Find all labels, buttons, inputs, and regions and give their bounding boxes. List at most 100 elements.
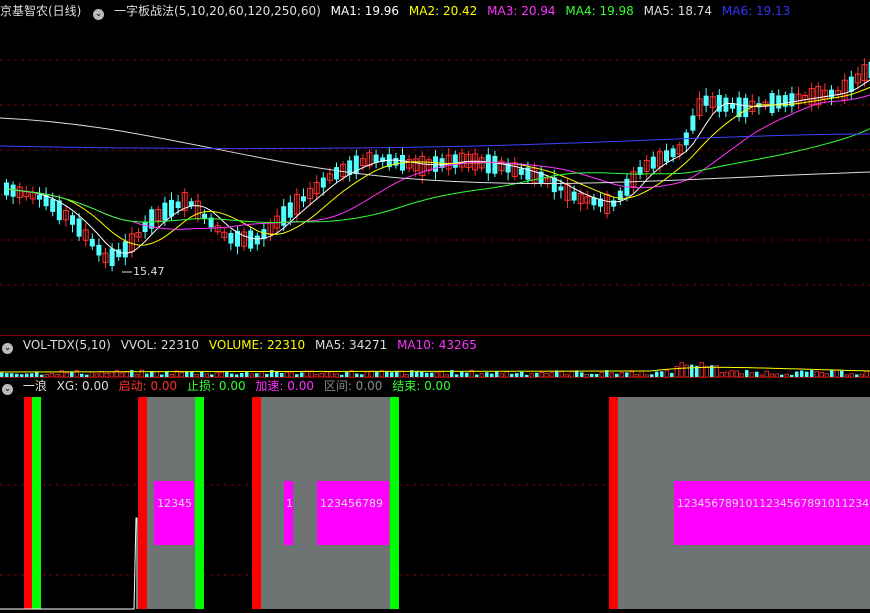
chevron-down-icon[interactable]: ⌄: [93, 9, 105, 20]
candle-body: [287, 202, 293, 218]
xg-value: XG: 0.00: [56, 379, 109, 393]
accel-count-label: 12345: [157, 497, 192, 510]
volume-bar: [679, 362, 684, 377]
candle-body: [162, 202, 168, 221]
ma2-value: MA2: 20.42: [408, 4, 478, 18]
candle-body: [703, 95, 709, 106]
start-bar: [609, 397, 618, 609]
end-bar: [195, 397, 204, 609]
volume-bar: [690, 364, 694, 377]
candle-body: [571, 191, 577, 201]
wave-chart[interactable]: 12345 1 123456789 1234567891011234567891…: [0, 395, 870, 613]
candle-body: [776, 95, 782, 109]
accel-value: 加速: 0.00: [255, 379, 314, 393]
volume-chart[interactable]: [0, 353, 870, 377]
volume-value: VOLUME: 22310: [208, 338, 306, 352]
candle-body: [829, 89, 834, 98]
candle-body: [334, 167, 339, 180]
candle-body: [109, 248, 115, 266]
end-value: 结束: 0.00: [392, 379, 451, 393]
volume-bar: [704, 365, 709, 377]
volume-bar: [834, 369, 839, 377]
candle-body: [664, 150, 669, 162]
candle-body: [248, 230, 254, 249]
candle-body: [769, 93, 775, 114]
candle-body: [373, 154, 379, 163]
candle-body: [452, 154, 458, 168]
wave-header: ⌄ 一浪 XG: 0.00 启动: 0.00 止损: 0.00 加速: 0.00…: [0, 377, 870, 395]
xg-line: [0, 517, 138, 610]
candle-body: [433, 156, 438, 172]
candle-body: [10, 184, 16, 197]
ma4-value: MA4: 19.98: [565, 4, 634, 18]
start-bar: [24, 397, 32, 609]
volume-bar: [699, 362, 704, 377]
chevron-down-icon[interactable]: ⌄: [2, 384, 13, 395]
ma1-line: [6, 79, 870, 255]
candle-body: [169, 199, 174, 217]
low-price-label: 15.47: [133, 265, 165, 278]
candle-body: [37, 194, 42, 200]
range-value: 区间: 0.00: [323, 379, 383, 393]
candle-body: [175, 201, 181, 209]
candle-body: [96, 244, 102, 256]
vol-ma10-value: MA10: 43265: [397, 338, 477, 352]
volume-bar: [810, 370, 814, 377]
accel-count-label: 123456789: [320, 497, 383, 510]
candle-body: [70, 215, 75, 225]
candle-body: [188, 201, 194, 206]
start-bar: [138, 397, 147, 609]
ma6-line: [0, 133, 870, 150]
volume-bar: [830, 370, 834, 377]
candle-body: [485, 154, 491, 174]
candle-body: [202, 213, 207, 219]
main-chart-header: 京基智农(日线) ⌄ 一字板战法(5,10,20,60,120,250,60) …: [0, 2, 870, 20]
volume-bar: [139, 369, 144, 377]
end-bar: [32, 397, 41, 609]
candle-body: [611, 200, 617, 207]
vol-ma5-line: [0, 366, 870, 373]
accel-block: [154, 481, 194, 545]
price-chart[interactable]: [0, 0, 870, 335]
candle-body: [670, 148, 676, 157]
volume-bar: [684, 364, 689, 377]
accel-count-label: 1234567891011234567891011234: [677, 497, 869, 510]
chevron-down-icon[interactable]: ⌄: [2, 343, 13, 354]
accel-count-label: 1: [286, 497, 293, 510]
candle-body: [320, 177, 326, 188]
accel-block: [284, 481, 293, 545]
candle-body: [228, 232, 234, 244]
candle-body: [50, 199, 56, 212]
candle-body: [254, 235, 260, 245]
start-bar: [252, 397, 261, 609]
end-bar: [390, 397, 399, 609]
candle-body: [690, 115, 696, 131]
start-value: 启动: 0.00: [118, 379, 178, 393]
candle-body: [149, 209, 155, 229]
ma1-value: MA1: 19.96: [330, 4, 400, 18]
ma5-value: MA5: 18.74: [643, 4, 713, 18]
stock-title: 京基智农(日线): [0, 4, 82, 18]
candle-body: [650, 156, 656, 169]
accel-block: [317, 481, 389, 545]
accel-block: [674, 481, 870, 545]
candle-body: [122, 241, 128, 258]
volume-bar: [664, 369, 669, 377]
volume-bar: [130, 370, 134, 377]
candle-body: [518, 168, 524, 175]
candle-body: [848, 76, 854, 92]
candle-body: [116, 249, 122, 258]
vol-indicator-name[interactable]: VOL-TDX(5,10): [23, 338, 111, 352]
stoploss-value: 止损: 0.00: [187, 379, 246, 393]
vvol-value: VVOL: 22310: [120, 338, 200, 352]
ma3-value: MA3: 20.94: [487, 4, 556, 18]
candle-body: [492, 155, 498, 174]
wave-indicator-name[interactable]: 一浪: [23, 379, 47, 393]
candle-body: [301, 196, 306, 202]
indicator-name[interactable]: 一字板战法(5,10,20,60,120,250,60): [114, 4, 321, 18]
candle-body: [558, 186, 564, 191]
candle-body: [142, 221, 148, 233]
candle-body: [89, 238, 95, 247]
candle-body: [76, 218, 82, 237]
volume-header: ⌄ VOL-TDX(5,10) VVOL: 22310 VOLUME: 2231…: [0, 336, 870, 354]
